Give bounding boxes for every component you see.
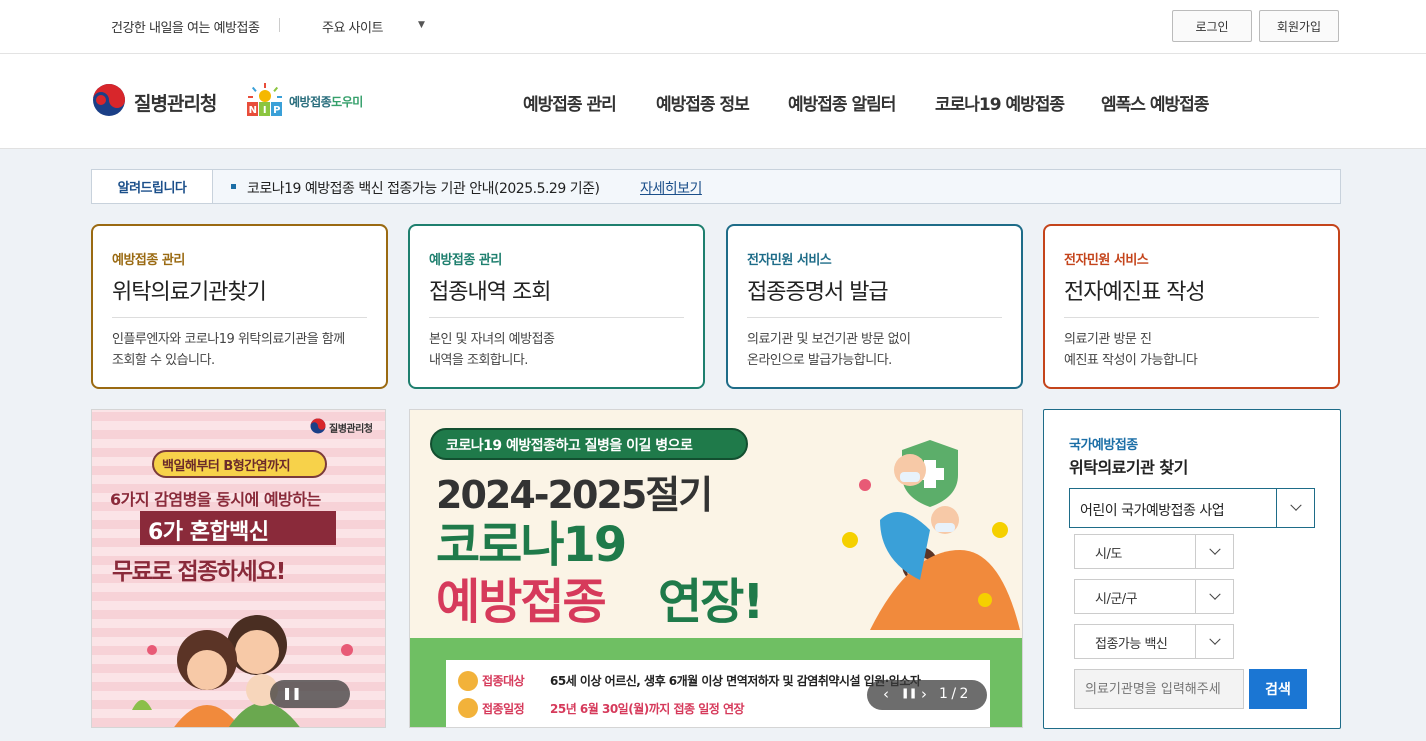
kdca-small-logo-icon bbox=[310, 418, 326, 434]
card-title: 접종증명서 발급 bbox=[747, 280, 889, 305]
ntp-logo-icon[interactable]: N I P bbox=[245, 82, 285, 118]
card-desc-line: 내역을 조회합니다. bbox=[429, 353, 528, 368]
card-title: 위탁의료기관찾기 bbox=[112, 280, 267, 305]
site-header: 질병관리청 N I P 예방접종도우미 예방접종 관리 예방접종 정보 예방접종… bbox=[0, 54, 1426, 149]
sigungu-select-value: 시/군/구 bbox=[1095, 592, 1138, 607]
nav-vaccination-management[interactable]: 예방접종 관리 bbox=[523, 90, 617, 115]
ntp-name-a: 예방접종 bbox=[289, 95, 332, 109]
prev-icon[interactable]: ‹ bbox=[883, 685, 889, 703]
divider bbox=[279, 18, 280, 32]
hexavalent-vaccine-banner[interactable]: 질병관리청 백일해부터 B형간염까지 6가지 감염병을 동시에 예방하는 6가 … bbox=[91, 409, 386, 728]
caret-down-icon[interactable]: ▼ bbox=[418, 20, 425, 30]
period-text: 25년 6월 30일(월)까지 접종 일정 연장 bbox=[550, 702, 745, 716]
pause-icon[interactable]: ❚❚ bbox=[282, 686, 302, 700]
banner2-extend: 연장! bbox=[658, 574, 764, 630]
target-icon bbox=[458, 671, 478, 691]
card-e-prescreening[interactable]: 전자민원 서비스 전자예진표 작성 의료기관 방문 진예진표 작성이 가능합니다 bbox=[1043, 224, 1340, 389]
sigungu-select[interactable]: 시/군/구 bbox=[1074, 579, 1234, 614]
target-label: 접종대상 bbox=[482, 674, 525, 688]
svg-text:N: N bbox=[249, 105, 257, 116]
clinic-finder-panel: 국가예방접종 위탁의료기관 찾기 어린이 국가예방접종 사업 시/도 시/군/구… bbox=[1043, 409, 1341, 729]
program-select-value: 어린이 국가예방접종 사업 bbox=[1080, 503, 1225, 519]
sido-select[interactable]: 시/도 bbox=[1074, 534, 1234, 569]
major-sites-dropdown[interactable]: 주요 사이트 bbox=[322, 17, 383, 36]
svg-text:P: P bbox=[273, 105, 280, 116]
banner2-slider-controls: ‹ ❚❚ › 1 / 2 bbox=[867, 680, 987, 710]
banner-logo-text: 질병관리청 bbox=[329, 424, 373, 435]
card-description: 의료기관 및 보건기관 방문 없이온라인으로 발급가능합니다. bbox=[747, 329, 911, 371]
nav-mpox-vaccination[interactable]: 엠폭스 예방접종 bbox=[1101, 90, 1209, 115]
covid19-vaccination-banner[interactable]: 코로나19 예방접종하고 질병을 이길 병으로 2024-2025절기 코로나1… bbox=[409, 409, 1023, 728]
finder-title: 위탁의료기관 찾기 bbox=[1069, 458, 1188, 477]
card-description: 의료기관 방문 진예진표 작성이 가능합니다 bbox=[1064, 329, 1198, 371]
card-divider bbox=[747, 317, 1002, 318]
tagline: 건강한 내일을 여는 예방접종 bbox=[111, 21, 260, 36]
ntp-logo-text[interactable]: 예방접종도우미 bbox=[289, 93, 363, 110]
card-category: 전자민원 서비스 bbox=[747, 253, 832, 268]
card-find-clinic[interactable]: 예방접종 관리 위탁의료기관찾기 인플루엔자와 코로나19 위탁의료기관을 함께… bbox=[91, 224, 388, 389]
kdca-logo-icon[interactable] bbox=[92, 83, 126, 117]
ntp-name-b: 도우미 bbox=[331, 95, 363, 109]
bullet-icon bbox=[231, 184, 236, 189]
card-desc-line: 조회할 수 있습니다. bbox=[112, 353, 215, 368]
calendar-icon bbox=[458, 698, 478, 718]
card-category: 예방접종 관리 bbox=[429, 253, 502, 268]
vaccine-select-value: 접종가능 백신 bbox=[1095, 637, 1168, 652]
chevron-down-icon[interactable] bbox=[1195, 625, 1233, 658]
nav-vaccination-notice[interactable]: 예방접종 알림터 bbox=[788, 90, 896, 115]
banner-line4: 무료로 접종하세요! bbox=[112, 559, 286, 585]
chevron-down-icon[interactable] bbox=[1276, 489, 1314, 527]
next-icon[interactable]: › bbox=[921, 685, 927, 703]
card-desc-line: 온라인으로 발급가능합니다. bbox=[747, 353, 892, 368]
chevron-down-icon[interactable] bbox=[1195, 580, 1233, 613]
card-category: 예방접종 관리 bbox=[112, 253, 185, 268]
card-desc-line: 의료기관 방문 진 bbox=[1064, 332, 1152, 347]
login-button[interactable]: 로그인 bbox=[1172, 10, 1252, 42]
program-select[interactable]: 어린이 국가예방접종 사업 bbox=[1069, 488, 1315, 528]
card-desc-line: 의료기관 및 보건기관 방문 없이 bbox=[747, 332, 911, 347]
notice-text[interactable]: 코로나19 예방접종 백신 접종가능 기관 안내(2025.5.29 기준) bbox=[247, 178, 600, 198]
card-category: 전자민원 서비스 bbox=[1064, 253, 1149, 268]
card-desc-line: 인플루엔자와 코로나19 위탁의료기관을 함께 bbox=[112, 332, 345, 347]
card-divider bbox=[1064, 317, 1319, 318]
notice-bar: 알려드립니다 코로나19 예방접종 백신 접종가능 기관 안내(2025.5.2… bbox=[91, 169, 1341, 204]
card-certificate-issue[interactable]: 전자민원 서비스 접종증명서 발급 의료기관 및 보건기관 방문 없이온라인으로… bbox=[726, 224, 1023, 389]
card-divider bbox=[429, 317, 684, 318]
banner2-vaccination: 예방접종 bbox=[436, 574, 607, 630]
nav-vaccination-info[interactable]: 예방접종 정보 bbox=[656, 90, 750, 115]
card-desc-line: 본인 및 자녀의 예방접종 bbox=[429, 332, 555, 347]
target-text: 65세 이상 어르신, 생후 6개월 이상 면역저하자 및 감염취약시설 입원·… bbox=[550, 674, 921, 688]
chevron-down-icon[interactable] bbox=[1195, 535, 1233, 568]
signup-button[interactable]: 회원가입 bbox=[1259, 10, 1339, 42]
family-thumbs-up-illustration bbox=[842, 440, 1020, 630]
banner-line2: 6가지 감염병을 동시에 예방하는 bbox=[110, 490, 321, 509]
pause-icon[interactable]: ❚❚ bbox=[901, 688, 917, 699]
finder-subtitle: 국가예방접종 bbox=[1069, 438, 1138, 453]
card-divider bbox=[112, 317, 367, 318]
period-label: 접종일정 bbox=[482, 702, 525, 716]
banner2-pill-text: 코로나19 예방접종하고 질병을 이길 병으로 bbox=[446, 438, 693, 454]
slide-counter: 1 / 2 bbox=[939, 686, 968, 702]
banner-line3: 6가 혼합백신 bbox=[148, 520, 269, 545]
banner-line1: 백일해부터 B형간염까지 bbox=[162, 459, 291, 474]
card-vaccination-history[interactable]: 예방접종 관리 접종내역 조회 본인 및 자녀의 예방접종내역을 조회합니다. bbox=[408, 224, 705, 389]
vaccine-select[interactable]: 접종가능 백신 bbox=[1074, 624, 1234, 659]
card-title: 접종내역 조회 bbox=[429, 280, 551, 305]
sido-select-value: 시/도 bbox=[1095, 547, 1122, 562]
card-description: 인플루엔자와 코로나19 위탁의료기관을 함께조회할 수 있습니다. bbox=[112, 329, 345, 371]
svg-text:I: I bbox=[263, 105, 266, 116]
search-button[interactable]: 검색 bbox=[1249, 669, 1307, 709]
notice-label: 알려드립니다 bbox=[92, 170, 213, 203]
card-description: 본인 및 자녀의 예방접종내역을 조회합니다. bbox=[429, 329, 555, 371]
notice-more-link[interactable]: 자세히보기 bbox=[640, 178, 702, 198]
top-utility-bar: 건강한 내일을 여는 예방접종 주요 사이트 ▼ 로그인 회원가입 bbox=[0, 0, 1426, 54]
nav-covid19-vaccination[interactable]: 코로나19 예방접종 bbox=[935, 90, 1065, 115]
clinic-name-input[interactable] bbox=[1074, 669, 1244, 709]
card-title: 전자예진표 작성 bbox=[1064, 280, 1206, 305]
kdca-logo-text[interactable]: 질병관리청 bbox=[134, 89, 217, 116]
card-desc-line: 예진표 작성이 가능합니다 bbox=[1064, 353, 1198, 368]
banner1-pause-button[interactable]: ❚❚ bbox=[270, 680, 350, 708]
